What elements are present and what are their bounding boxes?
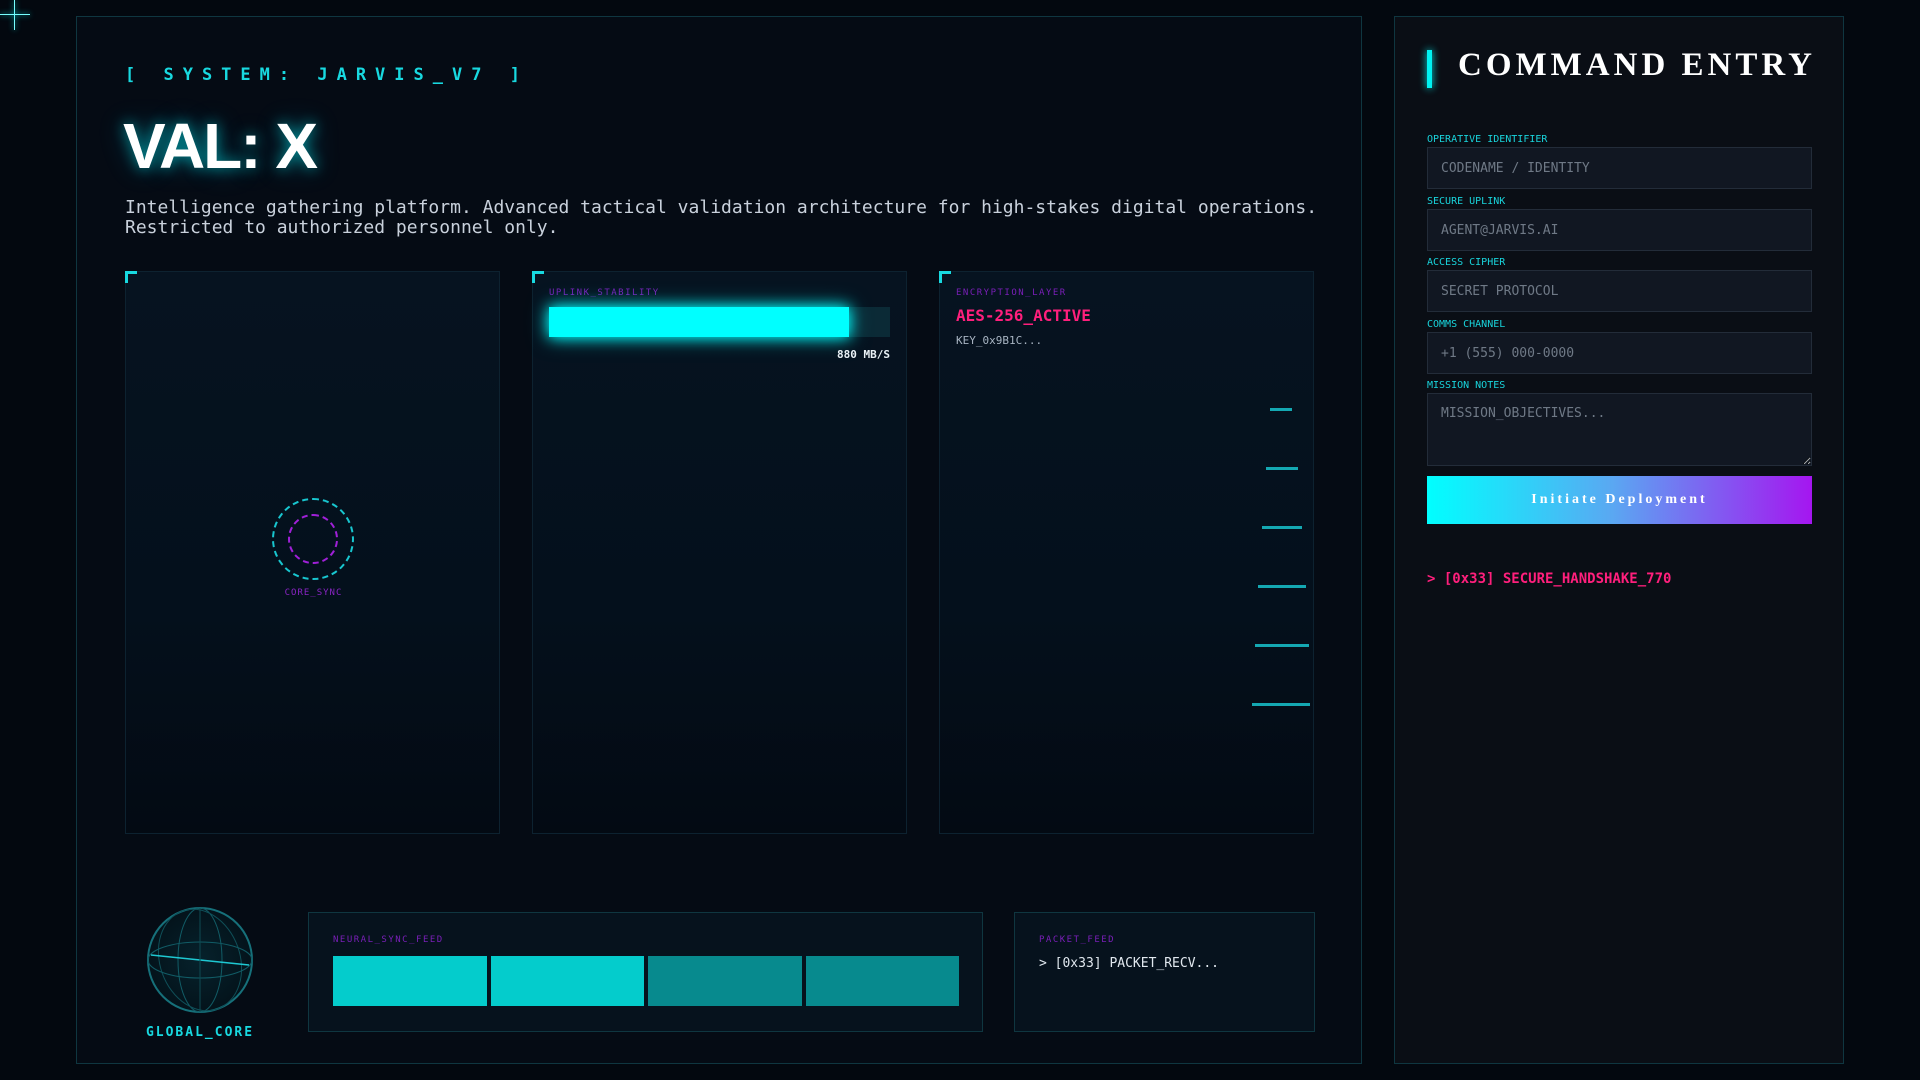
- mission-notes-label: MISSION NOTES: [1427, 380, 1506, 391]
- neural-sync-bar: [805, 956, 959, 1006]
- core-sync-card: CORE_SYNC: [125, 271, 500, 834]
- packet-feed-line: > [0x33] PACKET_RECV...: [1039, 956, 1220, 971]
- uplink-rate: 880 MB/S: [837, 348, 890, 361]
- secure-uplink-field: SECURE UPLINK: [1427, 194, 1812, 251]
- command-entry-panel: COMMAND ENTRY OPERATIVE IDENTIFIER SECUR…: [1394, 16, 1844, 1064]
- signal-tick: [1262, 526, 1302, 529]
- bottom-row: GLOBAL_CORE NEURAL_SYNC_FEED PACKET_FEED…: [125, 887, 1315, 1040]
- mission-notes-textarea[interactable]: [1427, 393, 1812, 466]
- neural-sync-bars: [333, 956, 959, 1006]
- signal-tick: [1252, 703, 1310, 706]
- crosshair-cursor-icon: [0, 0, 30, 30]
- signal-tick: [1258, 585, 1306, 588]
- neural-sync-feed-panel: NEURAL_SYNC_FEED: [308, 912, 983, 1032]
- global-core-label: GLOBAL_CORE: [145, 1025, 255, 1040]
- command-title-accent: [1427, 50, 1432, 88]
- access-cipher-field: ACCESS CIPHER: [1427, 255, 1812, 312]
- comms-channel-input[interactable]: [1427, 332, 1812, 374]
- mission-notes-field: MISSION NOTES: [1427, 378, 1812, 466]
- platform-description: Intelligence gathering platform. Advance…: [125, 197, 1318, 238]
- command-entry-title: COMMAND ENTRY: [1458, 47, 1816, 83]
- card-corner-marker: [125, 271, 137, 283]
- secure-uplink-input[interactable]: [1427, 209, 1812, 251]
- neural-sync-feed-label: NEURAL_SYNC_FEED: [333, 935, 444, 945]
- neural-sync-bar: [490, 956, 644, 1006]
- page-title: VAL: X: [123, 110, 318, 182]
- secure-uplink-label: SECURE UPLINK: [1427, 196, 1506, 207]
- operative-identifier-label: OPERATIVE IDENTIFIER: [1427, 134, 1548, 145]
- uplink-stability-fill: [549, 307, 850, 337]
- comms-channel-label: COMMS CHANNEL: [1427, 319, 1506, 330]
- encryption-status: AES-256_ACTIVE: [956, 306, 1091, 325]
- uplink-stability-card: UPLINK_STABILITY 880 MB/S: [532, 271, 907, 834]
- core-sync-inner-ring: [288, 514, 338, 564]
- card-corner-marker: [532, 271, 544, 283]
- handshake-status: > [0x33] SECURE_HANDSHAKE_770: [1427, 571, 1672, 587]
- operative-identifier-field: OPERATIVE IDENTIFIER: [1427, 132, 1812, 189]
- packet-feed-panel: PACKET_FEED > [0x33] PACKET_RECV...: [1014, 912, 1315, 1032]
- encryption-layer-label: ENCRYPTION_LAYER: [956, 288, 1067, 298]
- system-tag: [ SYSTEM: JARVIS_V7 ]: [125, 65, 529, 85]
- neural-sync-bar: [333, 956, 487, 1006]
- encryption-key: KEY_0x9B1C...: [956, 334, 1043, 347]
- packet-feed-label: PACKET_FEED: [1039, 935, 1116, 945]
- initiate-deployment-button[interactable]: Initiate Deployment: [1427, 476, 1812, 524]
- access-cipher-label: ACCESS CIPHER: [1427, 257, 1506, 268]
- signal-tick: [1270, 408, 1292, 411]
- uplink-stability-label: UPLINK_STABILITY: [549, 288, 660, 298]
- neural-sync-bar: [648, 956, 802, 1006]
- operative-identifier-input[interactable]: [1427, 147, 1812, 189]
- core-sync-label: CORE_SYNC: [284, 588, 343, 598]
- globe-icon: [145, 905, 255, 1015]
- access-cipher-input[interactable]: [1427, 270, 1812, 312]
- uplink-stability-bar: [549, 307, 890, 337]
- encryption-layer-card: ENCRYPTION_LAYER AES-256_ACTIVE KEY_0x9B…: [939, 271, 1314, 834]
- comms-channel-field: COMMS CHANNEL: [1427, 317, 1812, 374]
- main-panel: [ SYSTEM: JARVIS_V7 ] VAL: X Intelligenc…: [76, 16, 1362, 1064]
- signal-tick: [1266, 467, 1298, 470]
- card-corner-marker: [939, 271, 951, 283]
- core-sync-rings-icon: [272, 498, 354, 580]
- signal-tick: [1255, 644, 1309, 647]
